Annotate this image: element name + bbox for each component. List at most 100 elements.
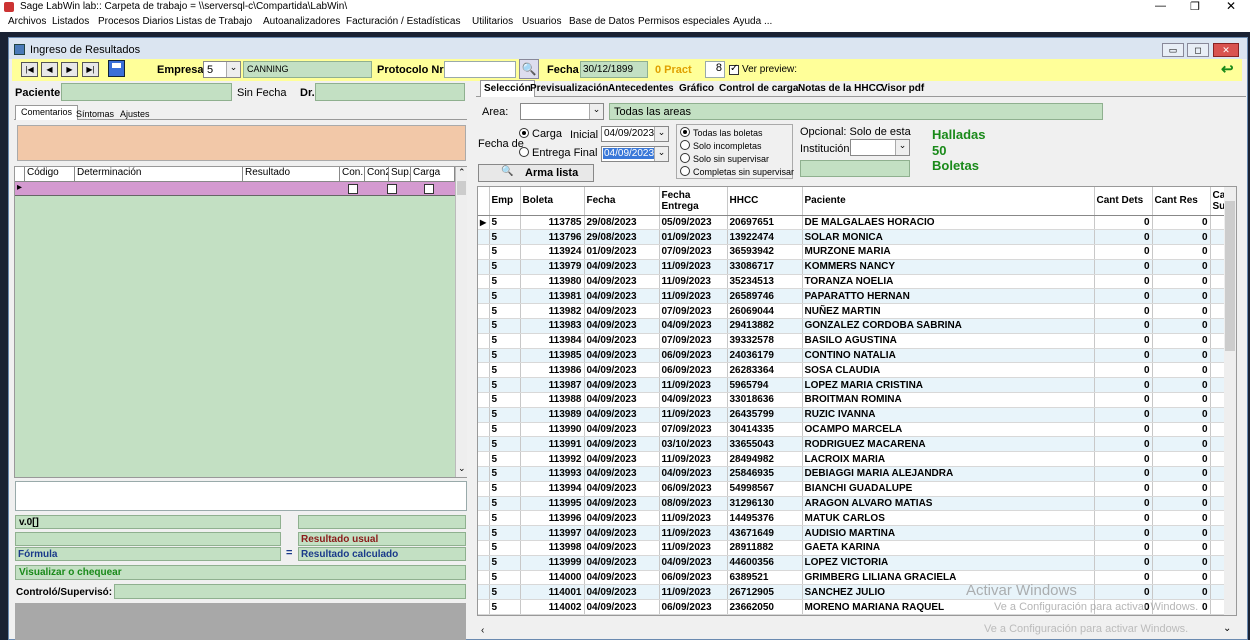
results-grid-row[interactable]: ▸: [15, 182, 455, 196]
boleta-row[interactable]: 5 113985 04/09/2023 06/09/2023 24036179 CONTI…: [478, 348, 1236, 364]
filter-radio-1[interactable]: Solo incompletas: [680, 140, 762, 151]
date-inicial-select[interactable]: 04/09/2023 ⌄: [601, 126, 669, 142]
menu-item-9[interactable]: Permisos especiales: [638, 16, 730, 27]
row-selector[interactable]: [478, 510, 490, 527]
boletas-col-header[interactable]: Fecha Entrega: [659, 187, 728, 216]
menu-item-5[interactable]: Facturación / Estadísticas: [346, 16, 461, 27]
result-detail-box[interactable]: [15, 481, 467, 511]
row-selector[interactable]: [478, 348, 490, 364]
protocolo-input[interactable]: [444, 61, 516, 78]
boleta-row[interactable]: 5 113979 04/09/2023 11/09/2023 33086717 KOMME…: [478, 259, 1236, 275]
row-selector[interactable]: [478, 481, 490, 497]
grid-column-header[interactable]: Resultado: [243, 167, 340, 181]
radio-carga[interactable]: Carga: [519, 128, 562, 140]
boleta-row[interactable]: 5 113999 04/09/2023 04/09/2023 44600356 LOPEZ…: [478, 555, 1236, 571]
scroll-thumb[interactable]: [1225, 201, 1235, 351]
row-selector[interactable]: [478, 422, 490, 438]
chevron-down-icon[interactable]: ⌄: [226, 62, 240, 77]
menu-item-1[interactable]: Listados: [52, 16, 89, 27]
institucion-select[interactable]: ⌄: [850, 139, 910, 156]
scroll-down-icon[interactable]: ⌄: [458, 463, 466, 474]
boleta-row[interactable]: 5 113982 04/09/2023 07/09/2023 26069044 NUÑEZ…: [478, 303, 1236, 320]
row-selector[interactable]: [478, 525, 490, 542]
boleta-row[interactable]: 5 113980 04/09/2023 11/09/2023 35234513 TORAN…: [478, 274, 1236, 290]
row-selector[interactable]: [478, 570, 490, 586]
boletas-col-header[interactable]: Fecha: [584, 187, 660, 216]
row-selector[interactable]: [478, 599, 490, 615]
boleta-row[interactable]: 5 114001 04/09/2023 11/09/2023 26712905 SANCH…: [478, 584, 1236, 601]
tab-gr-fico[interactable]: Gráfico: [679, 81, 714, 97]
menu-item-7[interactable]: Usuarios: [522, 16, 561, 27]
row-selector[interactable]: [478, 303, 490, 320]
grid-column-header[interactable]: Sup.: [389, 167, 411, 181]
menu-item-10[interactable]: Ayuda ...: [733, 16, 772, 27]
boleta-row[interactable]: 5 113924 01/09/2023 07/09/2023 36593942 MURZO…: [478, 244, 1236, 260]
scroll-left-icon[interactable]: ‹: [481, 625, 484, 636]
boleta-row[interactable]: 5 114000 04/09/2023 06/09/2023 6389521 GRIMBE…: [478, 570, 1236, 586]
save-icon[interactable]: [108, 60, 125, 77]
visualizar-field[interactable]: Visualizar o chequear: [15, 565, 466, 580]
tab-comentarios[interactable]: Comentarios: [15, 105, 79, 120]
copies-input[interactable]: 8: [705, 61, 725, 78]
search-icon[interactable]: 🔍: [519, 59, 539, 79]
row-selector[interactable]: [478, 274, 490, 290]
grid-column-header[interactable]: [15, 167, 25, 181]
row-selector[interactable]: [478, 377, 490, 394]
tab-control-de-carga[interactable]: Control de carga: [719, 81, 798, 97]
row-selector[interactable]: [478, 392, 490, 408]
exit-icon[interactable]: ↩: [1221, 61, 1234, 78]
menu-item-3[interactable]: Listas de Trabajo: [176, 16, 252, 27]
tab-visor-pdf[interactable]: Visor pdf: [881, 81, 924, 97]
row-selector[interactable]: [478, 540, 490, 556]
menu-item-2[interactable]: Procesos Diarios: [98, 16, 174, 27]
restore-button[interactable]: ❐: [1190, 0, 1200, 13]
chevron-down-icon[interactable]: ⌄: [589, 104, 603, 119]
window-maximize-button[interactable]: ◻: [1187, 43, 1209, 57]
boleta-row[interactable]: ▶ 5 113785 29/08/2023 05/09/2023 20697651 DE M…: [478, 215, 1236, 231]
first-record-icon[interactable]: |◀: [21, 62, 38, 77]
tab-sintomas[interactable]: Síntomas: [76, 109, 114, 119]
boleta-row[interactable]: 5 113994 04/09/2023 06/09/2023 54998567 BIANC…: [478, 481, 1236, 497]
con2-checkbox[interactable]: [387, 184, 398, 194]
row-pointer-icon[interactable]: ▶: [478, 215, 490, 231]
row-selector[interactable]: [478, 584, 490, 601]
boletas-col-header[interactable]: Boleta: [520, 187, 585, 216]
row-selector[interactable]: [478, 333, 490, 349]
boletas-col-header[interactable]: HHCC: [727, 187, 803, 216]
row-selector[interactable]: [478, 288, 490, 305]
chevron-down-icon[interactable]: ⌄: [654, 147, 668, 161]
tab-ajustes[interactable]: Ajustes: [120, 109, 150, 119]
sup-checkbox[interactable]: [424, 184, 435, 194]
tab-selecci-n[interactable]: Selección: [480, 80, 535, 97]
row-selector[interactable]: [478, 451, 490, 468]
scroll-thumb[interactable]: [457, 181, 466, 195]
row-selector[interactable]: [478, 407, 490, 423]
boleta-row[interactable]: 5 113993 04/09/2023 04/09/2023 25846935 DEBIA…: [478, 466, 1236, 482]
menu-item-6[interactable]: Utilitarios: [472, 16, 513, 27]
controlo-field[interactable]: [114, 584, 466, 599]
boletas-col-header[interactable]: Paciente: [802, 187, 1095, 216]
arma-lista-button[interactable]: 🔍 Arma lista: [478, 164, 594, 182]
boleta-row[interactable]: 5 113986 04/09/2023 06/09/2023 26283364 SOSA …: [478, 362, 1236, 379]
filter-radio-2[interactable]: Solo sin supervisar: [680, 153, 769, 164]
area-select[interactable]: ⌄: [520, 103, 604, 120]
boleta-row[interactable]: 5 113998 04/09/2023 11/09/2023 28911882 GAETA…: [478, 540, 1236, 556]
menu-item-8[interactable]: Base de Datos: [569, 16, 635, 27]
boleta-row[interactable]: 5 113981 04/09/2023 11/09/2023 26589746 PAPAR…: [478, 288, 1236, 305]
scroll-down-icon[interactable]: ⌄: [1223, 623, 1231, 634]
grid-column-header[interactable]: Determinación: [75, 167, 243, 181]
last-record-icon[interactable]: ▶|: [82, 62, 99, 77]
grid-column-header[interactable]: Con.: [340, 167, 365, 181]
row-selector[interactable]: [478, 466, 490, 482]
tab-notas-de-la-hhcc[interactable]: Notas de la HHCC: [798, 81, 883, 97]
row-selector[interactable]: [478, 436, 490, 453]
chevron-down-icon[interactable]: ⌄: [654, 127, 668, 141]
row-selector[interactable]: [478, 362, 490, 379]
boletas-vscrollbar[interactable]: [1224, 187, 1236, 615]
filter-radio-0[interactable]: Todas las boletas: [680, 127, 763, 138]
date-final-select[interactable]: 04/09/2023 ⌄: [601, 146, 669, 162]
con-checkbox[interactable]: [348, 184, 358, 194]
boleta-row[interactable]: 5 113990 04/09/2023 07/09/2023 30414335 OCAMP…: [478, 422, 1236, 438]
boleta-row[interactable]: 5 113992 04/09/2023 11/09/2023 28494982 LACRO…: [478, 451, 1236, 468]
row-selector[interactable]: [478, 318, 490, 334]
